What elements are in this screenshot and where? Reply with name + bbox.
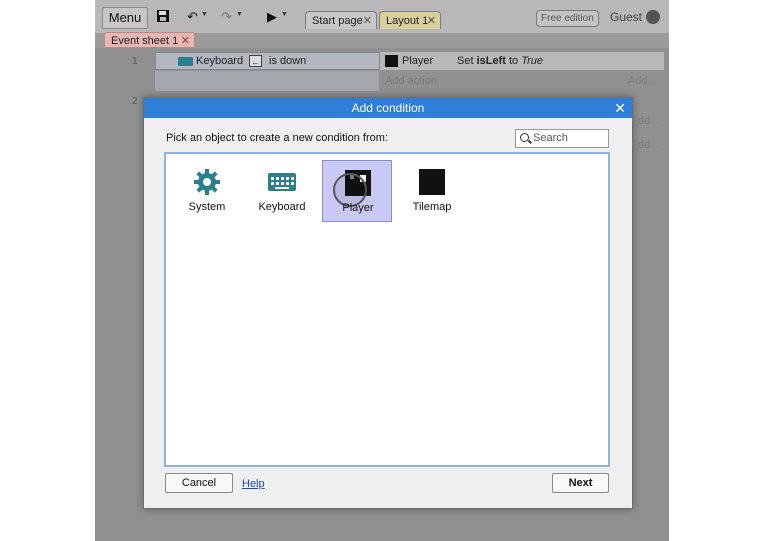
event-condition[interactable]: Keyboard ← is down — [155, 52, 380, 70]
action-value: True — [521, 55, 544, 67]
cancel-button[interactable]: Cancel — [165, 473, 233, 493]
close-icon[interactable]: ✕ — [427, 12, 436, 30]
search-icon — [520, 133, 529, 142]
save-icon[interactable] — [156, 9, 170, 27]
guest-label[interactable]: Guest — [610, 10, 642, 24]
add-link[interactable]: dd... — [638, 115, 659, 127]
object-list: System Keyboard Player Tilemap — [164, 152, 610, 467]
undo-dropdown-icon[interactable]: ▼ — [201, 11, 208, 18]
action-prefix: Set — [457, 55, 474, 67]
action-text: Set isLeft to True — [457, 55, 543, 67]
play-dropdown-icon[interactable]: ▼ — [281, 11, 288, 18]
keyboard-icon — [268, 173, 296, 191]
tilemap-icon — [419, 169, 445, 195]
object-item-tilemap[interactable]: Tilemap — [397, 160, 467, 222]
close-icon[interactable]: ✕ — [181, 33, 190, 49]
event-row-number: 2 — [132, 96, 138, 107]
tab-start-page[interactable]: Start page ✕ — [305, 11, 377, 29]
next-button[interactable]: Next — [552, 473, 609, 493]
dialog-prompt: Pick an object to create a new condition… — [166, 132, 388, 144]
keyboard-icon — [178, 57, 193, 66]
object-label: Keyboard — [258, 201, 306, 213]
tab-label: Start page — [312, 15, 363, 27]
object-label: System — [188, 201, 226, 213]
undo-icon[interactable]: ↶ — [187, 9, 198, 25]
action-variable: isLeft — [476, 55, 506, 67]
action-to: to — [508, 55, 519, 67]
object-label: Tilemap — [412, 201, 452, 213]
add-link[interactable]: Add... — [628, 75, 657, 87]
tab-label: Event sheet 1 — [111, 35, 179, 47]
event-row-number: 1 — [132, 56, 138, 67]
player-sprite-icon — [385, 55, 398, 67]
dialog-title-bar: Add condition ✕ — [144, 98, 632, 118]
object-label: Player — [342, 202, 374, 214]
search-placeholder: Search — [533, 132, 568, 144]
gear-icon — [194, 169, 220, 195]
add-action-link[interactable]: Add action — [385, 75, 437, 87]
free-edition-badge[interactable]: Free edition — [536, 10, 599, 27]
object-item-keyboard[interactable]: Keyboard — [247, 160, 317, 222]
menu-button[interactable]: Menu — [102, 7, 148, 29]
action-object-name: Player — [402, 55, 434, 67]
condition-empty-area[interactable] — [155, 71, 379, 91]
condition-object-name: Keyboard — [196, 55, 244, 67]
top-toolbar: Menu ↶ ▼ ↷ ▼ ▶ ▼ Start page ✕ Layout 1 ✕… — [95, 0, 669, 33]
add-condition-dialog: Add condition ✕ Pick an object to create… — [143, 97, 633, 509]
search-input[interactable]: Search — [515, 129, 609, 148]
object-item-player[interactable]: Player — [322, 160, 392, 222]
tab-layout-1[interactable]: Layout 1 ✕ — [379, 11, 441, 29]
close-icon[interactable]: ✕ — [614, 98, 626, 118]
tab-event-sheet-1[interactable]: Event sheet 1 ✕ — [104, 32, 195, 48]
close-icon[interactable]: ✕ — [363, 12, 372, 30]
tab-label: Layout 1 — [386, 15, 429, 27]
help-link[interactable]: Help — [242, 478, 265, 490]
add-link[interactable]: dd... — [638, 139, 659, 151]
redo-dropdown-icon[interactable]: ▼ — [236, 11, 243, 18]
user-avatar-icon[interactable] — [646, 10, 660, 24]
object-item-system[interactable]: System — [172, 160, 242, 222]
dialog-title: Add condition — [351, 101, 425, 115]
play-icon[interactable]: ▶ — [267, 9, 277, 25]
condition-text: is down — [269, 55, 307, 67]
redo-icon[interactable]: ↷ — [221, 9, 232, 25]
left-arrow-key-icon: ← — [249, 55, 262, 67]
